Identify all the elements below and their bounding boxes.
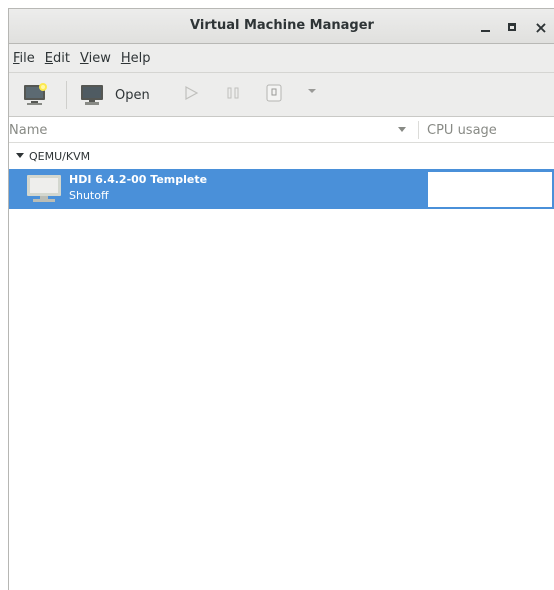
open-label: Open [115, 87, 150, 103]
maximize-icon [508, 23, 516, 31]
new-vm-icon [24, 83, 47, 105]
menu-view[interactable]: View [76, 51, 117, 66]
new-vm-button[interactable] [23, 83, 49, 107]
menu-edit[interactable]: Edit [41, 51, 76, 66]
minimize-button[interactable] [473, 15, 497, 39]
maximize-button[interactable] [500, 15, 524, 39]
shutdown-menu-button[interactable] [307, 87, 317, 95]
expander-down-icon[interactable] [16, 153, 24, 159]
minimize-icon [480, 30, 490, 32]
vm-status: Shutoff [69, 189, 109, 202]
vm-name: HDI 6.4.2-00 Templete [69, 173, 208, 186]
app-window: Virtual Machine Manager × File Edit View… [8, 8, 554, 590]
shutdown-button[interactable] [265, 83, 283, 103]
menu-bar: File Edit View Help [9, 44, 554, 73]
pause-button[interactable] [225, 85, 241, 101]
connection-label: QEMU/KVM [29, 149, 91, 163]
column-name-header[interactable]: Name [9, 123, 47, 138]
column-cpu-header[interactable]: CPU usage [427, 123, 497, 138]
vm-cpu-usage-graph [427, 171, 553, 208]
open-button[interactable]: Open [81, 83, 150, 107]
title-bar[interactable]: Virtual Machine Manager × [9, 8, 554, 44]
menu-help[interactable]: Help [117, 51, 157, 66]
monitor-icon [81, 85, 103, 105]
pause-icon [227, 87, 239, 99]
close-button[interactable]: × [529, 15, 553, 39]
shutdown-icon [266, 84, 282, 102]
vm-row[interactable]: HDI 6.4.2-00 Templete Shutoff [9, 169, 554, 209]
toolbar-separator [66, 81, 67, 109]
close-icon: × [534, 17, 548, 37]
column-divider[interactable] [418, 121, 419, 139]
column-header: Name CPU usage [9, 117, 554, 143]
toolbar: Open [9, 73, 554, 117]
dropdown-arrow-icon [308, 89, 316, 93]
vm-monitor-icon [27, 175, 61, 202]
connection-row[interactable]: QEMU/KVM [9, 143, 554, 169]
run-button[interactable] [183, 85, 199, 101]
menu-file[interactable]: File [9, 51, 41, 66]
play-icon [185, 85, 199, 101]
sort-arrow-icon[interactable] [397, 127, 407, 133]
